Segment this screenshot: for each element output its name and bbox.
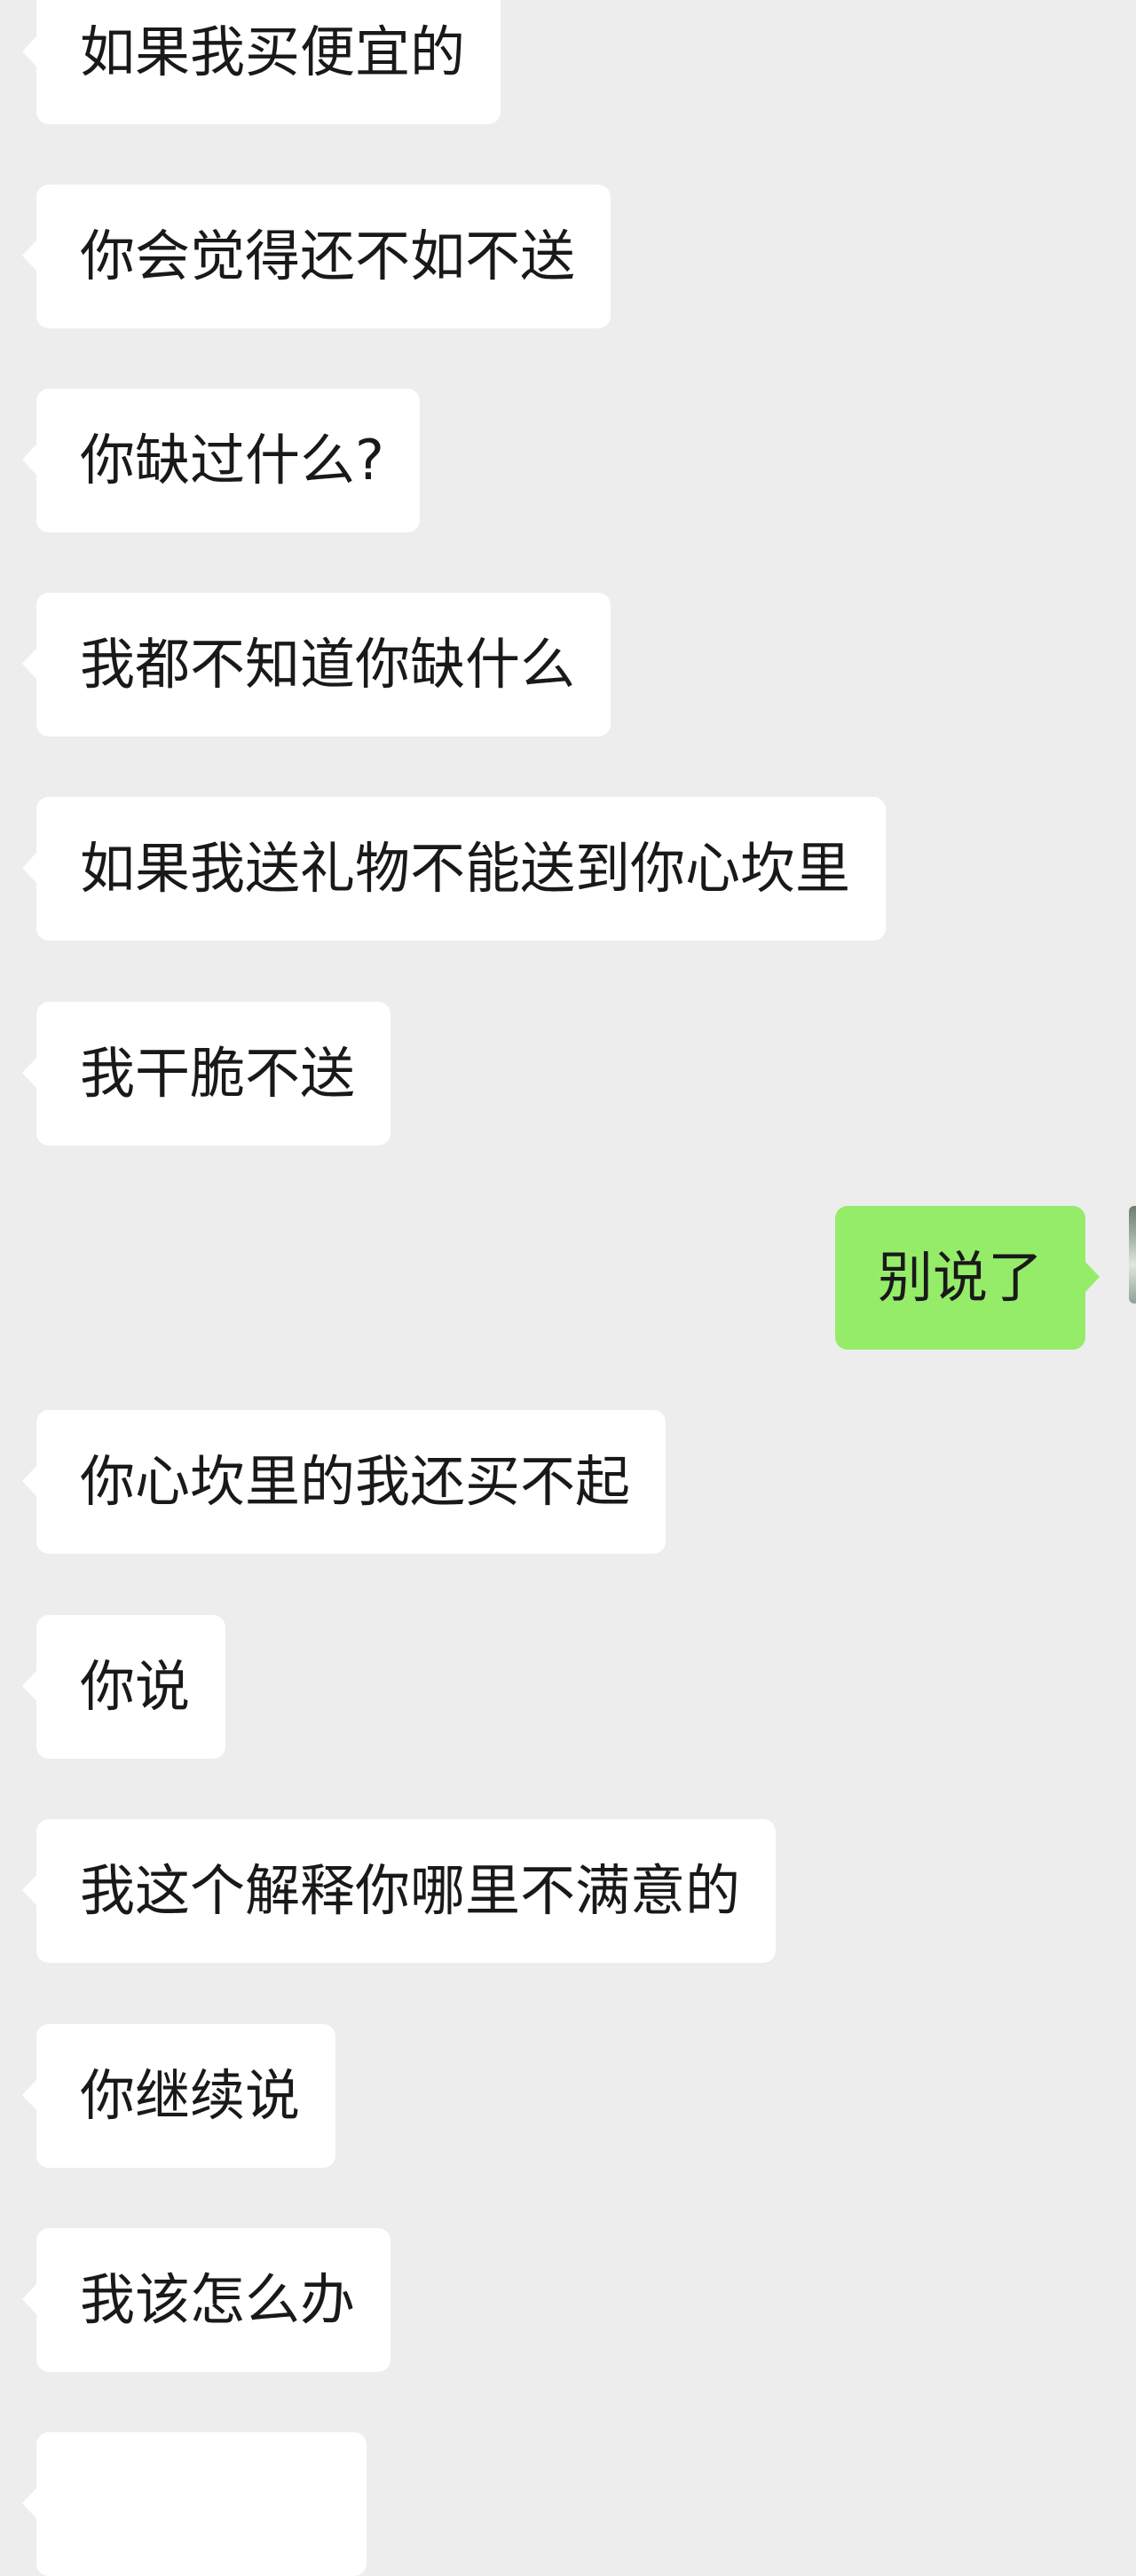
message-row: 你说 xyxy=(0,1615,1136,1759)
incoming-message-bubble[interactable]: 如果我送礼物不能送到你心坎里 xyxy=(21,797,887,941)
message-row: 你继续说 xyxy=(0,2024,1136,2168)
incoming-message-bubble[interactable]: 你心坎里的我还买不起 xyxy=(21,1410,667,1554)
message-row: 你缺过什么? xyxy=(0,389,1136,532)
message-row: 我这个解释你哪里不满意的 xyxy=(0,1819,1136,1963)
incoming-message-bubble[interactable]: 我干脆不送 xyxy=(21,1002,391,1146)
message-row: 你会觉得还不如不送 xyxy=(0,185,1136,328)
incoming-message-bubble[interactable] xyxy=(22,2432,367,2576)
outgoing-message-bubble[interactable]: 别说了 xyxy=(834,1206,1100,1350)
incoming-message-bubble[interactable]: 你缺过什么? xyxy=(22,389,420,532)
incoming-message-bubble[interactable]: 我都不知道你缺什么 xyxy=(21,593,611,737)
incoming-message-bubble[interactable]: 如果我买便宜的 xyxy=(21,0,501,124)
incoming-message-bubble[interactable]: 我该怎么办 xyxy=(21,2228,391,2372)
message-row: 我干脆不送 xyxy=(0,1002,1136,1146)
chat-message-list[interactable]: 如果我买便宜的 你会觉得还不如不送 你缺过什么? 我都不知道你缺什么 如果我送礼… xyxy=(0,0,1136,2576)
incoming-message-bubble[interactable]: 你说 xyxy=(21,1615,226,1759)
message-row xyxy=(0,2432,1136,2576)
avatar[interactable] xyxy=(1129,1206,1136,1304)
message-row: 如果我送礼物不能送到你心坎里 xyxy=(0,797,1136,941)
incoming-message-bubble[interactable]: 你会觉得还不如不送 xyxy=(21,185,611,328)
message-row-outgoing: 别说了 xyxy=(0,1206,1136,1350)
message-row: 如果我买便宜的 xyxy=(0,0,1136,124)
incoming-message-bubble[interactable]: 我这个解释你哪里不满意的 xyxy=(21,1819,777,1963)
message-row: 我都不知道你缺什么 xyxy=(0,593,1136,737)
message-row: 你心坎里的我还买不起 xyxy=(0,1410,1136,1554)
incoming-message-bubble[interactable]: 你继续说 xyxy=(21,2024,336,2168)
message-row: 我该怎么办 xyxy=(0,2228,1136,2372)
